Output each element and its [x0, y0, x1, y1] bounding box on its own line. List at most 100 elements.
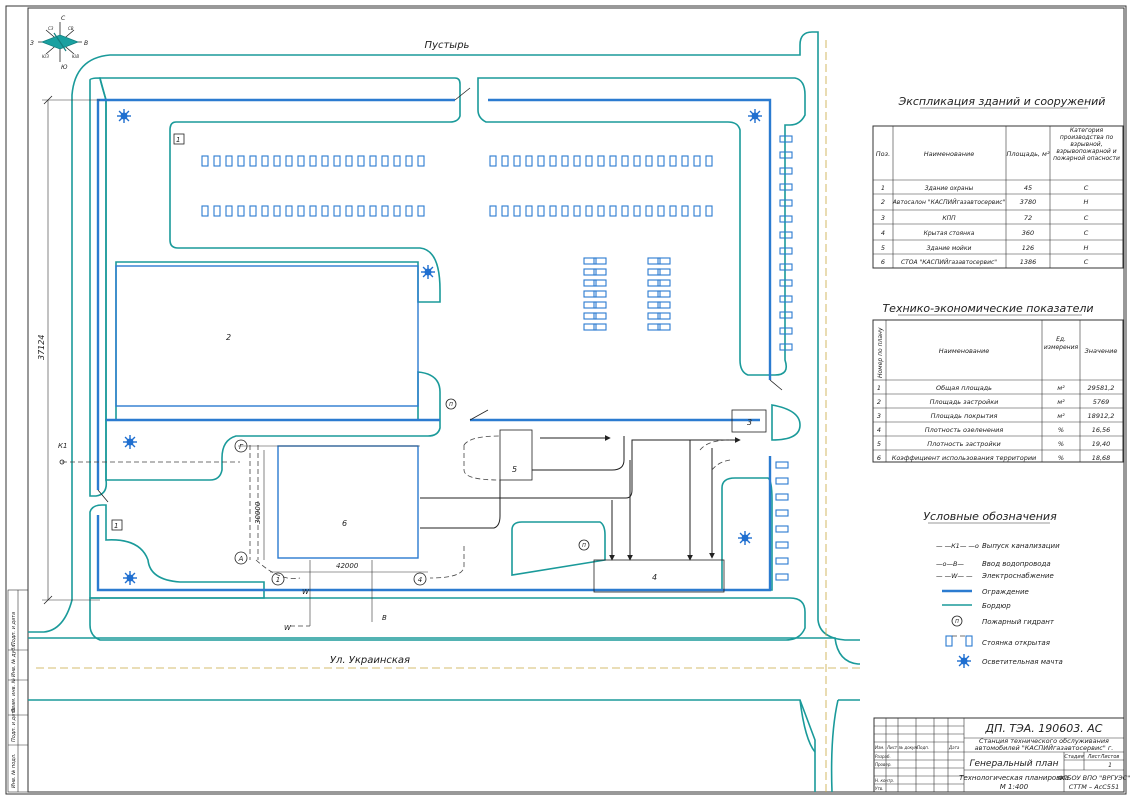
- parking-slot: [369, 155, 377, 167]
- open-parking: [201, 135, 793, 581]
- parking-slot: [779, 327, 793, 335]
- compass-w: З: [30, 40, 34, 47]
- legend-item: Осветительная мачта: [957, 654, 1063, 668]
- teo-cell: 3: [877, 412, 881, 420]
- parking-slot: [693, 205, 701, 217]
- stamp-row-1: Разраб.: [875, 754, 891, 759]
- parking-slot: [501, 205, 509, 217]
- legend-item: П Пожарный гидрант: [951, 615, 1055, 627]
- teo-cell: Площадь застройки: [930, 398, 999, 406]
- stamp-col-2: Лист: [886, 745, 898, 750]
- parking-slot: [201, 205, 209, 217]
- explication-cell: 126: [1022, 244, 1034, 252]
- parking-slot: [417, 205, 425, 217]
- building-4: [593, 559, 725, 593]
- water-label: В: [382, 614, 387, 622]
- lighting-masts: [117, 109, 762, 585]
- parking-slot: [405, 155, 413, 167]
- legend-label: Бордюр: [982, 602, 1011, 610]
- building-2-label: 2: [226, 333, 231, 342]
- teo-row: 4 Плотность озеленения% 16,56: [877, 426, 1110, 434]
- legend-symbol: — —W— —: [936, 572, 973, 580]
- parking-slot: [585, 155, 593, 167]
- building-1-top-label: 1: [176, 136, 180, 144]
- legend-mast-swatch: [957, 654, 971, 668]
- parking-slot: [285, 155, 293, 167]
- parking-slot: [357, 155, 365, 167]
- parking-slot: [237, 205, 245, 217]
- explication-cell: 4: [881, 229, 885, 237]
- parking-slot: [309, 205, 317, 217]
- parking-slot: [213, 155, 221, 167]
- legend-label: Стоянка открытая: [982, 639, 1050, 647]
- legend-label: Ограждение: [982, 588, 1029, 596]
- explication-cell: С: [1084, 184, 1089, 192]
- compass-n: С: [61, 15, 66, 22]
- parking-slot: [345, 155, 353, 167]
- parking-slot: [597, 155, 605, 167]
- parking-slot: [513, 155, 521, 167]
- parking-slot: [405, 205, 413, 217]
- axis-1: 1: [276, 576, 280, 584]
- parking-slot: [779, 167, 793, 175]
- legend: Условные обозначения — —К1— —о Выпуск кан…: [923, 510, 1063, 668]
- sewer-label: К1: [58, 442, 67, 450]
- teo-cell: 29581,2: [1088, 384, 1115, 392]
- building-3-label: 3: [747, 418, 752, 427]
- parking-slot: [775, 525, 789, 533]
- compass-e: В: [84, 40, 88, 47]
- stamp-col-5: Дата: [948, 745, 960, 750]
- parking-slot: [573, 205, 581, 217]
- parking-slot: [213, 205, 221, 217]
- parking-slot: [779, 183, 793, 191]
- parking-slot: [393, 155, 401, 167]
- explication-cell: КПП: [942, 215, 956, 222]
- parking-slot: [249, 155, 257, 167]
- parking-slot: [645, 205, 653, 217]
- teo-header-unit: Ед. измерения: [1043, 336, 1079, 351]
- explication-row: 3 КПП 72 С: [881, 214, 1089, 222]
- teo-row: 6 Коэффициент использования территории% 18…: [877, 454, 1110, 462]
- parking-slot: [237, 155, 245, 167]
- teo-header-num: Номер по плану: [877, 327, 884, 378]
- explication-cell: 3: [881, 214, 885, 222]
- axis-g: Г: [239, 443, 244, 451]
- parking-slot: [779, 295, 793, 303]
- side-stamp-label-4: Инв. № дубл.: [11, 643, 17, 677]
- parking-slot: [525, 205, 533, 217]
- legend-item: — —К1— —о Выпуск канализации: [936, 542, 1060, 550]
- parking-slot: [775, 541, 789, 549]
- parking-slot: [261, 155, 269, 167]
- teo-cell: %: [1058, 454, 1064, 462]
- legend-item: — —W— — Электроснабжение: [936, 572, 1054, 580]
- parking-slot: [525, 155, 533, 167]
- explication-row: 5 Здание мойки 126 Н: [881, 244, 1089, 252]
- teo-cell: 18912,2: [1088, 412, 1115, 420]
- explication-cell: 45: [1024, 184, 1032, 192]
- axis-4: 4: [418, 576, 422, 584]
- parking-slot: [357, 205, 365, 217]
- explication-row: 6 СТОА "КАСПИЙгазавтосервис" 1386 С: [881, 258, 1089, 266]
- compass-s: Ю: [61, 64, 68, 71]
- explication-cell: 1: [881, 184, 885, 192]
- teo-header-value: Значение: [1085, 347, 1118, 355]
- building-6-label: 6: [342, 519, 347, 528]
- legend-label: Выпуск канализации: [982, 542, 1060, 550]
- lighting-mast-icon: [738, 531, 752, 545]
- green-zones: [89, 77, 806, 641]
- parking-slot: [645, 155, 653, 167]
- teo-cell: Общая площадь: [936, 384, 992, 392]
- hydrant-2: П: [582, 543, 586, 549]
- explication-header-area: Площадь, м²: [1006, 150, 1049, 158]
- parking-slot: [585, 205, 593, 217]
- parking-slot: [621, 205, 629, 217]
- teo-cell: 19,40: [1092, 440, 1111, 448]
- parking-slot: [705, 155, 713, 167]
- parking-slot: [225, 205, 233, 217]
- explication-cell: СТОА "КАСПИЙгазавтосервис": [901, 259, 997, 266]
- building-5-label: 5: [512, 465, 517, 474]
- explication-cell: 6: [881, 258, 885, 266]
- parking-slot: [597, 205, 605, 217]
- teo-cell: 5: [877, 440, 881, 448]
- legend-label: Осветительная мачта: [982, 658, 1063, 666]
